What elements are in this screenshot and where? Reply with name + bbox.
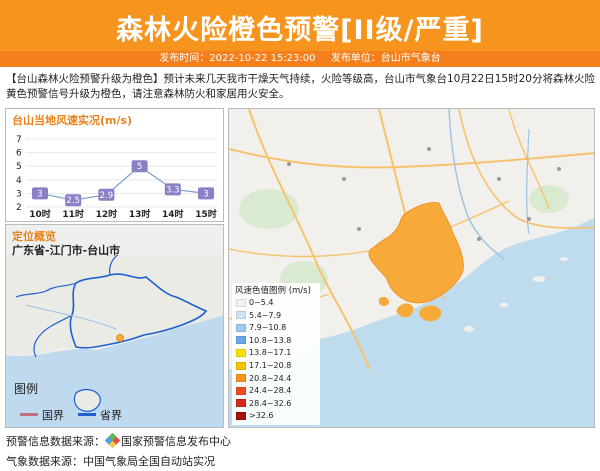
wind-speed-color-legend: 风速色值图例 (m/s) 0~5.4 5.4~7.9 7.9~10.8 10.8~13… — [232, 283, 320, 425]
y-tick-label: 4 — [16, 176, 22, 186]
warning-center-logo-icon — [104, 432, 121, 449]
wind-legend-label: 17.1~20.8 — [249, 361, 292, 370]
wind-legend-item: 7.9~10.8 — [236, 322, 286, 333]
x-tick-label: 12时 — [96, 208, 118, 220]
location-path: 广东省-江门市-台山市 — [12, 244, 121, 257]
wind-legend-label: 5.4~7.9 — [249, 310, 282, 320]
wind-legend-item: 24.4~28.4 — [236, 385, 291, 396]
wind-legend-item: 5.4~7.9 — [236, 310, 281, 321]
warning-description: 【台山森林火险预警升级为橙色】预计未来几天我市干燥天气持续，火险等级高，台山市气… — [6, 73, 595, 100]
x-tick-label: 14时 — [162, 208, 184, 220]
publish-time: 发布时间：2022-10-22 15:23:00 — [159, 53, 316, 64]
province-border-label: 省界 — [100, 409, 122, 422]
wind-legend-swatch — [236, 399, 246, 408]
x-tick-label: 15时 — [195, 208, 217, 220]
x-tick-label: 11时 — [62, 208, 84, 220]
wind-legend-swatch — [236, 336, 246, 345]
data-label: 5 — [137, 162, 142, 172]
publisher: 发布单位：台山市气象台 — [330, 53, 441, 64]
wind-legend-item: 20.8~24.4 — [236, 373, 291, 384]
wind-legend-label: 28.4~32.6 — [249, 398, 292, 408]
wind-legend-item: 13.8~17.1 — [236, 347, 291, 358]
wind-speed-panel: 台山当地风速实况(m/s) 2 3 4 5 6 7 3 10时 2.5 11时 2.9 12时 5 13时… — [5, 108, 224, 222]
page-title: 森林火险橙色预警[II级/严重] — [116, 15, 484, 46]
wind-legend-swatch — [236, 348, 246, 357]
data-label: 3 — [203, 189, 208, 199]
wind-legend-swatch — [236, 374, 246, 383]
y-tick-label: 6 — [16, 149, 22, 159]
wind-legend-label: 10.8~13.8 — [249, 335, 292, 345]
wind-legend-item: 17.1~20.8 — [236, 360, 291, 371]
data-label: 3 — [37, 189, 42, 199]
wind-legend-item: 0~5.4 — [236, 297, 274, 308]
small-legend-title: 图例 — [14, 382, 39, 396]
wind-legend-swatch — [236, 386, 246, 395]
wind-speed-chart: 2 3 4 5 6 7 3 10时 2.5 11时 2.9 12时 5 13时 3.3 14时 3 15时 — [16, 135, 217, 220]
warning-source-name[interactable]: 国家预警信息发布中心 — [121, 435, 231, 448]
data-label: 2.9 — [100, 191, 114, 201]
y-tick-label: 2 — [16, 203, 22, 213]
data-label: 2.5 — [66, 196, 80, 206]
wind-legend-swatch — [236, 411, 246, 420]
wind-legend-swatch — [236, 311, 246, 320]
wind-legend-label: 13.8~17.1 — [249, 348, 292, 358]
wind-legend-item: 28.4~32.6 — [236, 398, 291, 409]
weather-data-source: 气象数据来源：中国气象局全国自动站实况 — [6, 455, 215, 468]
x-tick-label: 10时 — [29, 208, 51, 220]
x-tick-label: 13时 — [129, 208, 151, 220]
wind-legend-label: 20.8~24.4 — [249, 373, 292, 383]
national-border-label: 国界 — [42, 409, 64, 422]
y-tick-label: 3 — [16, 189, 22, 199]
wind-legend-swatch — [236, 361, 246, 370]
wind-speed-line — [39, 165, 207, 201]
wind-legend-label: 7.9~10.8 — [249, 323, 287, 333]
national-border-swatch — [20, 413, 38, 416]
y-tick-label: 7 — [16, 135, 22, 145]
wind-legend-item: 10.8~13.8 — [236, 335, 291, 346]
wind-legend-title: 风速色值图例 (m/s) — [235, 286, 311, 296]
header-banner: 森林火险橙色预警[II级/严重] 发布时间：2022-10-22 15:23:0… — [0, 0, 600, 67]
wind-legend-label: 0~5.4 — [249, 298, 274, 307]
wind-legend-item: >32.6 — [236, 410, 274, 421]
small-map-legend: 图例 国界 省界 — [14, 380, 164, 427]
wind-legend-swatch — [236, 323, 246, 332]
wind-legend-swatch — [236, 298, 246, 307]
wind-legend-label: >32.6 — [249, 411, 274, 421]
wind-legend-label: 24.4~28.4 — [249, 386, 292, 396]
meta-bar: 发布时间：2022-10-22 15:23:00 发布单位：台山市气象台 — [0, 51, 600, 67]
data-label: 3.3 — [166, 185, 180, 195]
province-border-swatch — [78, 413, 96, 416]
location-panel: 定位概览 广东省-江门市-台山市 图例 国界 省界 — [5, 224, 224, 428]
warning-source-label: 预警信息数据来源： — [6, 435, 105, 448]
warning-data-source: 预警信息数据来源： 国家预警信息发布中心 — [6, 432, 231, 449]
y-tick-label: 5 — [16, 162, 22, 172]
